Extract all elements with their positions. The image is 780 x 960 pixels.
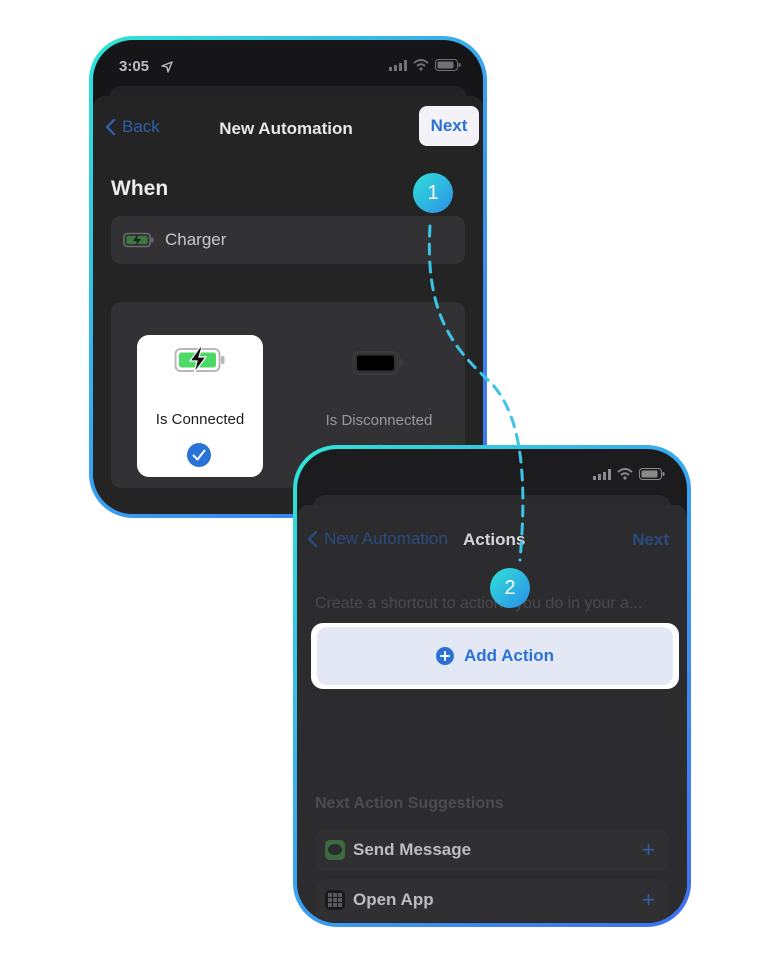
- option-is-connected[interactable]: Is Connected: [137, 335, 263, 477]
- battery-charging-icon: [174, 347, 225, 373]
- suggestion-label: Send Message: [353, 840, 472, 859]
- battery-status-icon: [639, 468, 665, 480]
- add-suggestion-icon[interactable]: +: [642, 887, 655, 913]
- messages-icon: [325, 840, 345, 860]
- plus-circle-icon: [435, 647, 454, 665]
- wifi-icon: [617, 468, 633, 480]
- status-icons: [389, 59, 461, 71]
- chevron-left-icon: [307, 530, 318, 548]
- add-suggestion-icon[interactable]: +: [642, 837, 655, 863]
- suggestion-label: Open App: [353, 890, 434, 909]
- suggestion-row[interactable]: Send Message +: [315, 829, 669, 871]
- step-badge-1: 1: [413, 173, 453, 213]
- phone-screen: 3:05 Back New Automation Next When Charg…: [93, 40, 483, 514]
- option-label: Is Connected: [155, 411, 245, 428]
- add-action-highlight: Add Action: [311, 623, 679, 689]
- status-bar: 3:05: [93, 40, 483, 92]
- add-action-button[interactable]: Add Action: [317, 627, 673, 685]
- battery-charging-icon: [123, 232, 154, 248]
- suggestion-row[interactable]: Open App +: [315, 879, 669, 921]
- status-bar: [297, 449, 687, 501]
- phone-frame-actions: New Automation Actions Next Create a sho…: [293, 445, 691, 927]
- battery-empty-icon: [352, 351, 403, 375]
- trigger-row: Charger: [111, 216, 465, 264]
- step-badge-2: 2: [490, 568, 530, 608]
- status-icons: [593, 468, 665, 480]
- cellular-icon: [593, 468, 611, 480]
- battery-status-icon: [435, 59, 461, 71]
- wifi-icon: [413, 59, 429, 71]
- next-button[interactable]: Next: [419, 106, 479, 146]
- checkmark-circle-icon: [187, 443, 211, 467]
- add-action-label: Add Action: [463, 646, 555, 665]
- location-icon: [161, 61, 173, 73]
- suggestions-heading: Next Action Suggestions: [315, 795, 504, 812]
- page-title: Actions: [463, 530, 526, 549]
- when-heading: When: [111, 177, 169, 200]
- app-grid-icon: [325, 890, 345, 910]
- back-button[interactable]: New Automation: [307, 529, 448, 549]
- status-time: 3:05: [119, 58, 150, 75]
- option-label: Is Disconnected: [325, 412, 433, 429]
- back-label: New Automation: [324, 529, 448, 548]
- cellular-icon: [389, 59, 407, 71]
- trigger-label: Charger: [165, 230, 227, 249]
- next-button[interactable]: Next: [632, 530, 669, 550]
- phone-screen: New Automation Actions Next Create a sho…: [297, 449, 687, 923]
